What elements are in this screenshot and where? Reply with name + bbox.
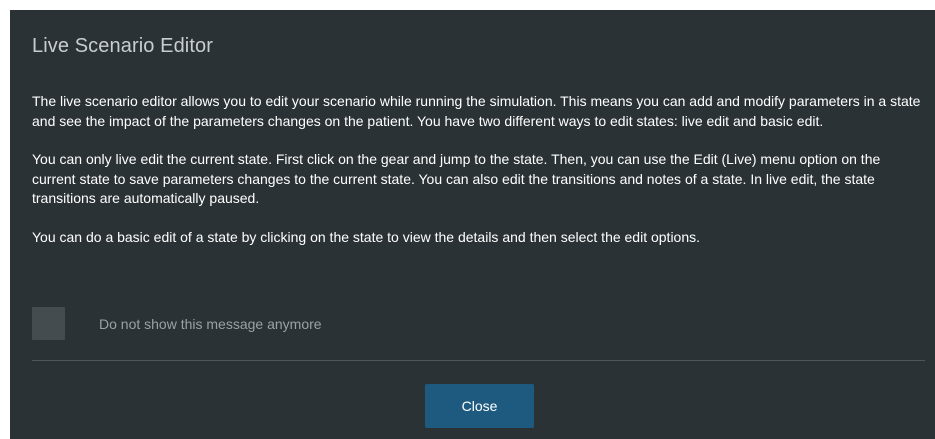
dialog-body: The live scenario editor allows you to e… [32, 92, 927, 266]
dialog-title: Live Scenario Editor [32, 35, 213, 57]
close-button[interactable]: Close [425, 384, 534, 428]
live-scenario-editor-dialog: Live Scenario Editor The live scenario e… [10, 10, 935, 439]
dont-show-again-label[interactable]: Do not show this message anymore [99, 316, 322, 332]
intro-paragraph: The live scenario editor allows you to e… [32, 93, 921, 129]
live-edit-paragraph: You can only live edit the current state… [32, 151, 881, 206]
footer-divider [32, 360, 925, 361]
dont-show-again-row[interactable]: Do not show this message anymore [32, 307, 322, 340]
basic-edit-paragraph: You can do a basic edit of a state by cl… [32, 228, 701, 245]
dont-show-again-checkbox[interactable] [32, 307, 65, 340]
